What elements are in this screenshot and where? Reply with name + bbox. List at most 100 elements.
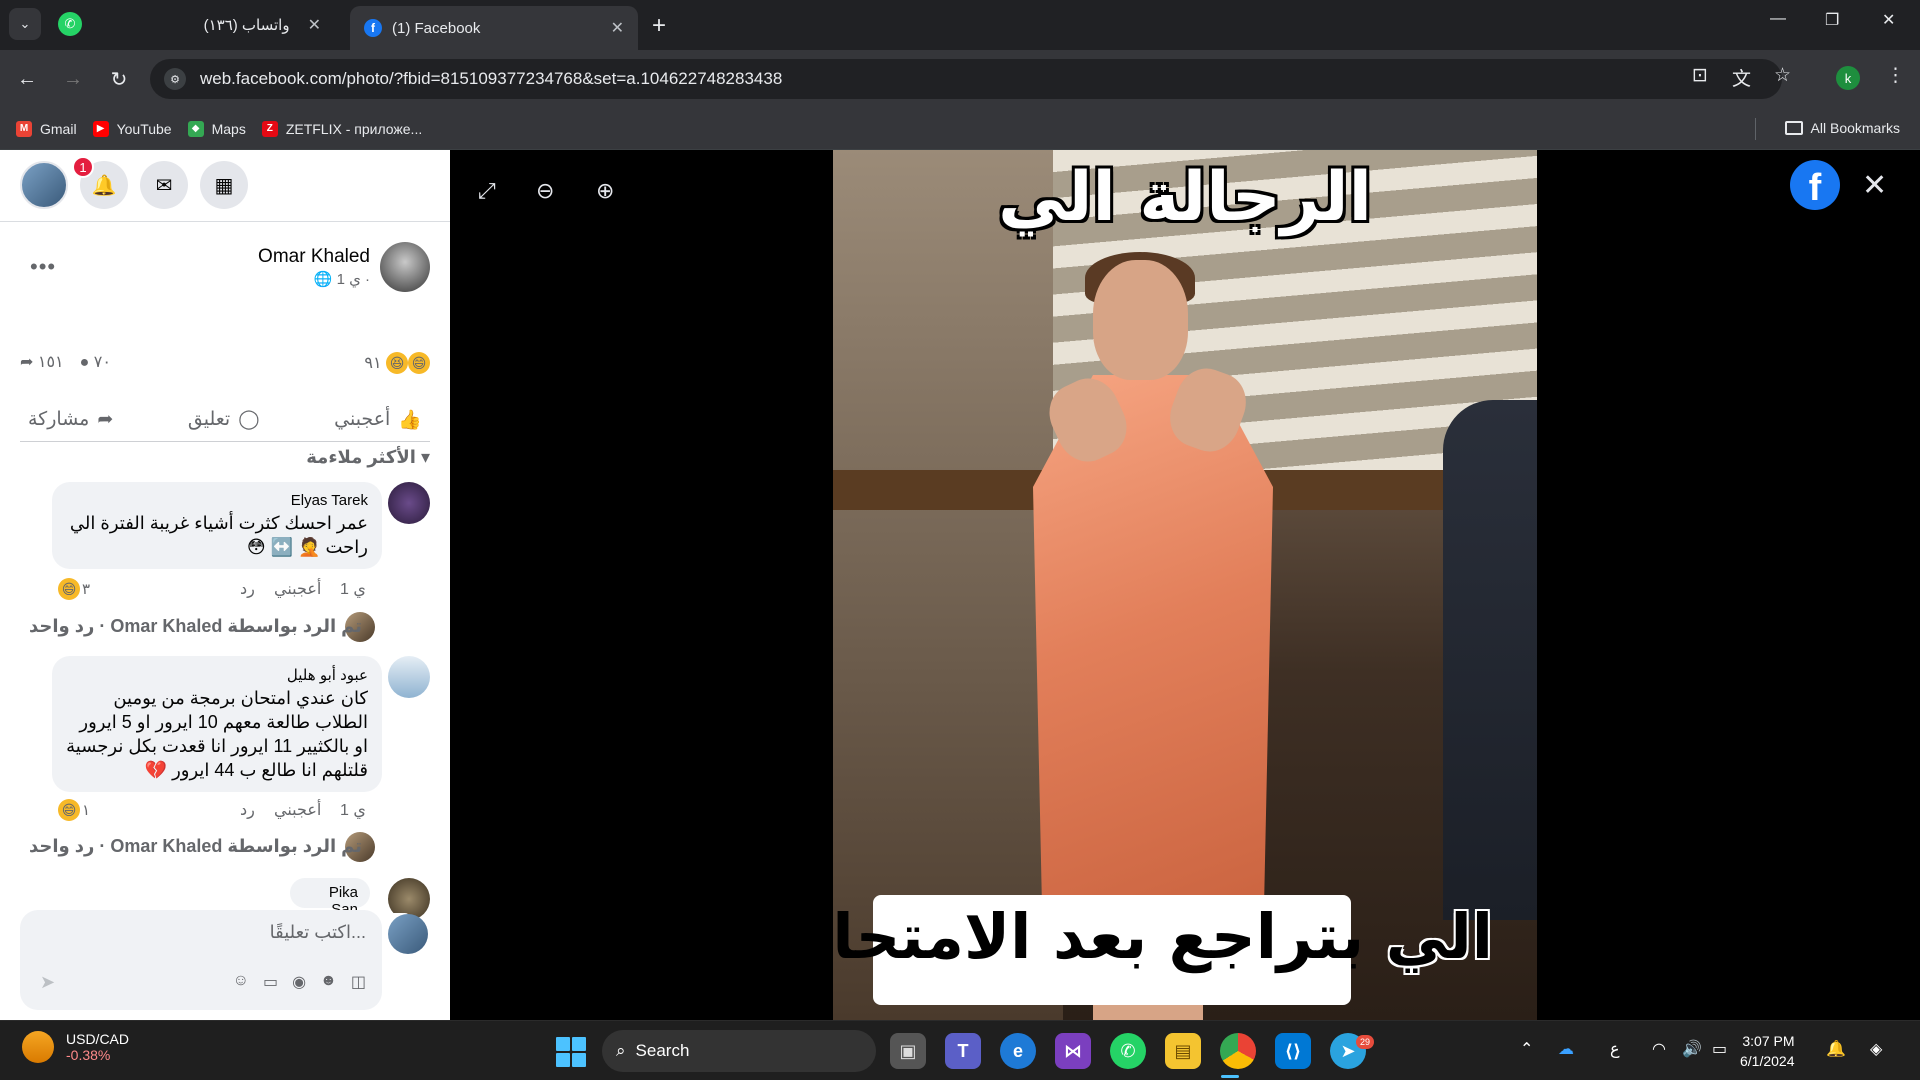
all-bookmarks-button[interactable]: All Bookmarks <box>1784 120 1900 136</box>
stock-widget[interactable]: USD/CAD -0.38% <box>22 1031 129 1063</box>
ticker-change: -0.38% <box>66 1047 111 1063</box>
close-icon[interactable]: ✕ <box>611 18 624 38</box>
back-button[interactable]: ← <box>12 64 42 94</box>
close-icon[interactable]: ✕ <box>308 15 321 35</box>
chrome-icon[interactable] <box>1220 1033 1256 1069</box>
teams-icon[interactable]: T <box>945 1033 981 1069</box>
view-replies-link[interactable]: تم الرد بواسطة Omar Khaled · رد واحد <box>29 836 362 857</box>
comment-sort-dropdown[interactable]: الأكثر ملاءمة ▾ <box>306 447 430 468</box>
chevron-up-icon[interactable]: ⌃ <box>1520 1039 1533 1059</box>
edge-icon[interactable]: e <box>1000 1033 1036 1069</box>
window-close-button[interactable]: ✕ <box>1882 10 1895 30</box>
start-button[interactable] <box>556 1037 586 1067</box>
commenter-name[interactable]: Elyas Tarek <box>66 492 368 509</box>
file-explorer-icon[interactable]: ▤ <box>1165 1033 1201 1069</box>
thumbs-up-icon: 👍 <box>398 409 422 431</box>
tab-search-button[interactable]: ⌄ <box>9 8 41 40</box>
facebook-logo-icon[interactable]: f <box>1790 160 1840 210</box>
close-viewer-icon[interactable]: ✕ <box>1862 168 1887 203</box>
globe-icon: 🌐 <box>313 271 337 288</box>
profile-avatar[interactable]: k <box>1836 66 1860 90</box>
translate-icon[interactable]: 文 <box>1732 64 1751 91</box>
visual-studio-icon[interactable]: ⋈ <box>1055 1033 1091 1069</box>
comment-reactions[interactable]: 😄 ٣ <box>58 578 90 600</box>
commenter-name[interactable]: عبود أبو هليل <box>66 666 368 684</box>
comment-like-button[interactable]: أعجبني <box>274 800 321 820</box>
share-arrow-icon: ➦ <box>97 409 114 430</box>
reaction-summary[interactable]: ٩١ 😆 😄 <box>364 352 430 374</box>
vscode-icon[interactable]: ⟨⟩ <box>1275 1033 1311 1069</box>
tab-title: (1) Facebook <box>392 19 481 37</box>
comment-time[interactable]: 1 ي <box>340 579 366 599</box>
avatar-sticker-icon[interactable]: ☺ <box>233 972 249 992</box>
onedrive-icon[interactable]: ☁ <box>1558 1039 1574 1059</box>
bookmark-star-icon[interactable]: ☆ <box>1774 64 1791 87</box>
comment-reply-button[interactable]: رد <box>240 579 255 599</box>
comment-count[interactable]: ● ٧٠ <box>80 352 111 372</box>
input-language[interactable]: ع <box>1610 1039 1620 1059</box>
bookmark-zetflix[interactable]: Z ZETFLIX - приложе... <box>261 120 422 137</box>
comment-input[interactable]: اكتب تعليقًا... <box>270 922 366 943</box>
more-options-icon[interactable]: ••• <box>30 254 56 280</box>
share-button[interactable]: مشاركة ➦ <box>28 408 113 431</box>
clock-date: 6/1/2024 <box>1740 1053 1795 1069</box>
emoji-icon[interactable]: ☻ <box>320 972 337 992</box>
currency-icon <box>22 1031 54 1063</box>
bookmark-youtube[interactable]: ▶ YouTube <box>92 120 172 137</box>
camera-icon[interactable]: ◉ <box>292 972 306 992</box>
zetflix-icon: Z <box>261 120 278 137</box>
tab-facebook[interactable]: f (1) Facebook ✕ <box>350 6 638 50</box>
comment-like-button[interactable]: أعجبني <box>274 579 321 599</box>
clock-time: 3:07 PM <box>1742 1033 1795 1049</box>
forward-button[interactable]: → <box>58 64 88 94</box>
commenter-avatar[interactable] <box>388 656 430 698</box>
commenter-avatar[interactable] <box>388 482 430 524</box>
wifi-icon[interactable]: ◠ <box>1652 1039 1666 1059</box>
site-info-icon[interactable]: ⚙ <box>164 68 186 90</box>
restore-button[interactable]: ❐ <box>1825 10 1839 30</box>
comment-button[interactable]: تعليق ◯ <box>188 408 260 431</box>
my-avatar[interactable] <box>20 161 68 209</box>
reload-button[interactable]: ↻ <box>104 64 134 94</box>
author-name[interactable]: Omar Khaled <box>258 246 370 268</box>
task-view-icon[interactable]: ▣ <box>890 1033 926 1069</box>
zoom-out-icon[interactable]: ⊖ <box>536 178 554 204</box>
volume-icon[interactable]: 🔊 <box>1682 1039 1702 1059</box>
comment-reply-button[interactable]: رد <box>240 800 255 820</box>
copilot-icon[interactable]: ◈ <box>1870 1039 1882 1059</box>
my-avatar <box>388 914 428 954</box>
gif-icon[interactable]: ▭ <box>263 972 278 992</box>
taskbar-search[interactable]: ⌕ Search <box>602 1030 876 1072</box>
menu-button[interactable]: ▦ <box>200 161 248 209</box>
author-avatar[interactable] <box>380 242 430 292</box>
comment-reactions[interactable]: 😄 ١ <box>58 799 90 821</box>
comment-time[interactable]: 1 ي <box>340 800 366 820</box>
system-clock[interactable]: 3:07 PM 6/1/2024 <box>1740 1031 1795 1071</box>
battery-icon[interactable]: ▭ <box>1712 1039 1727 1059</box>
view-replies-link[interactable]: تم الرد بواسطة Omar Khaled · رد واحد <box>29 616 362 637</box>
whatsapp-pinned-tab-icon[interactable]: ✆ <box>58 12 82 36</box>
send-icon[interactable]: ➤ <box>40 972 55 993</box>
menu-icon[interactable]: ⋮ <box>1886 64 1905 87</box>
tab-whatsapp[interactable]: (١٣٦) واتساب ✕ <box>110 6 335 44</box>
telegram-badge: 29 <box>1356 1035 1374 1049</box>
sticker-icon[interactable]: ◫ <box>351 972 366 992</box>
install-app-icon[interactable]: ⊡ <box>1692 64 1708 87</box>
new-tab-button[interactable]: + <box>652 12 666 40</box>
address-bar[interactable]: ⚙ web.facebook.com/photo/?fbid=815109377… <box>150 59 1782 99</box>
post-photo[interactable]: الرجالة الي الي بتراجع بعد الامتحان <box>833 150 1537 1020</box>
like-button[interactable]: أعجبني 👍 <box>334 408 422 432</box>
fullscreen-icon[interactable]: ⤢ <box>478 178 496 204</box>
whatsapp-icon[interactable]: ✆ <box>1110 1033 1146 1069</box>
zoom-in-icon[interactable]: ⊕ <box>596 178 614 204</box>
photo-background-person <box>1443 400 1537 920</box>
share-count[interactable]: ➦ ١٥١ <box>20 352 64 372</box>
comment-composer[interactable]: اكتب تعليقًا... ➤ ☺ ▭ ◉ ☻ ◫ <box>20 910 382 1010</box>
bookmark-gmail[interactable]: M Gmail <box>16 120 77 137</box>
notification-bell-icon[interactable]: 🔔 <box>1826 1039 1846 1059</box>
messenger-button[interactable]: ✉ <box>140 161 188 209</box>
browser-toolbar: ← → ↻ ⚙ web.facebook.com/photo/?fbid=815… <box>0 50 1920 108</box>
bookmark-maps[interactable]: ◆ Maps <box>187 120 246 137</box>
minimize-button[interactable]: — <box>1770 10 1786 28</box>
post-time[interactable]: 1 ي · <box>337 271 370 288</box>
